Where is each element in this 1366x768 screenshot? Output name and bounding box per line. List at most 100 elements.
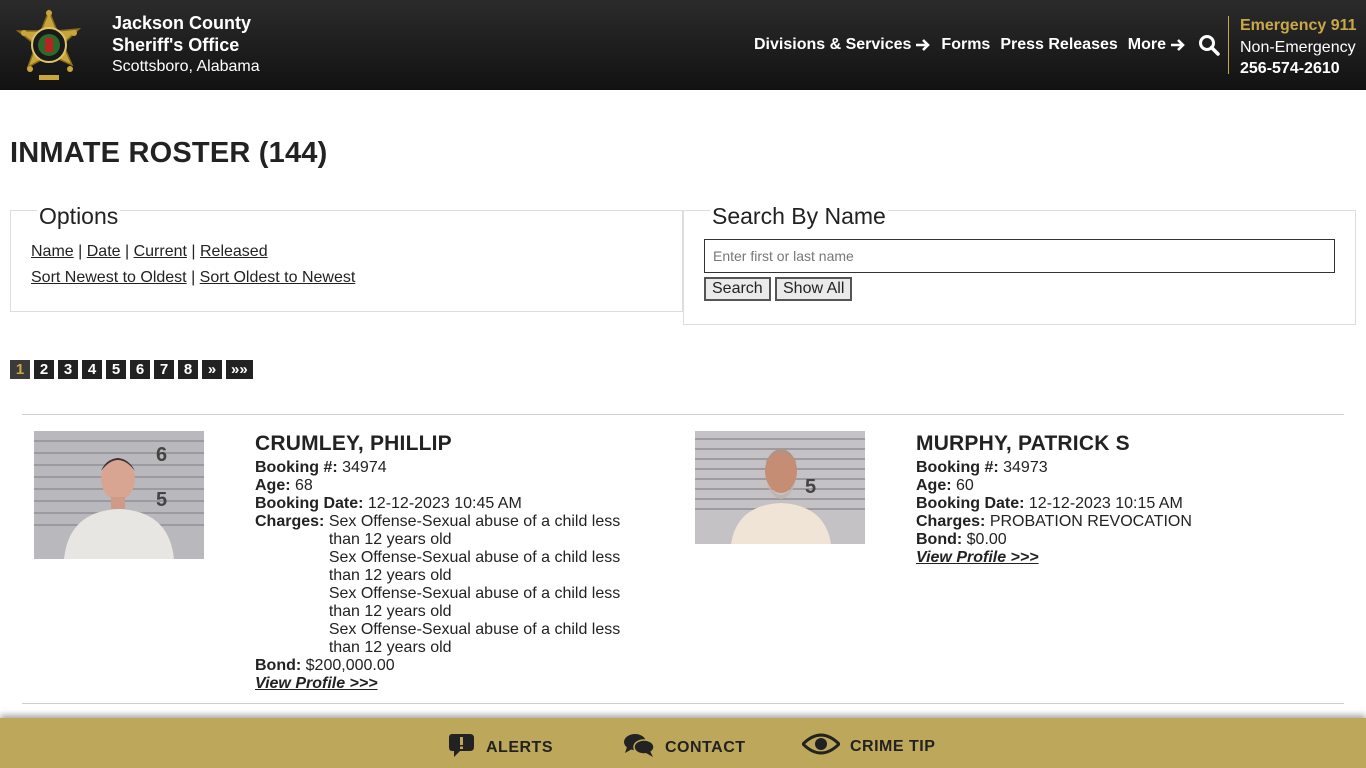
filter-current-link[interactable]: Current <box>134 243 187 260</box>
search-icon[interactable] <box>1198 34 1220 56</box>
svg-text:5: 5 <box>156 489 167 511</box>
page-1-button[interactable]: 1 <box>10 360 30 379</box>
charge-item: PROBATION REVOCATION <box>989 513 1192 530</box>
alert-bubble-icon <box>448 732 476 763</box>
search-legend: Search By Name <box>710 203 888 230</box>
alerts-button[interactable]: ALERTS <box>448 732 553 763</box>
bond-value: $0.00 <box>966 531 1007 548</box>
booking-date-label: Booking Date: <box>916 495 1025 512</box>
booking-number-row: Booking #: 34973 <box>916 459 1350 477</box>
charges-list: PROBATION REVOCATION <box>990 513 1350 531</box>
bond-row: Bond: $0.00 <box>916 531 1350 549</box>
inmate-photo[interactable]: 5 <box>695 431 865 544</box>
page-4-button[interactable]: 4 <box>82 360 102 379</box>
page-8-button[interactable]: 8 <box>178 360 198 379</box>
charge-item: Sex Offense-Sexual abuse of a child less… <box>328 513 621 548</box>
filter-name-link[interactable]: Name <box>31 243 74 260</box>
charge-item: Sex Offense-Sexual abuse of a child less… <box>328 621 621 656</box>
nav-divisions-services[interactable]: Divisions & Services <box>754 36 931 54</box>
filter-released-link[interactable]: Released <box>200 243 268 260</box>
sort-oldest-link[interactable]: Sort Oldest to Newest <box>200 269 356 286</box>
org-location: Scottsboro, Alabama <box>112 58 260 75</box>
inmate-card: MURPHY, PATRICK S Booking #: 34973 Age: … <box>916 432 1350 567</box>
nav-press-releases[interactable]: Press Releases <box>1000 36 1117 54</box>
charges-label: Charges: <box>916 513 986 530</box>
booking-number-row: Booking #: 34974 <box>255 459 629 477</box>
nav-more-label: More <box>1127 36 1166 53</box>
charges-row: Charges: Sex Offense-Sexual abuse of a c… <box>255 513 629 657</box>
booking-date-label: Booking Date: <box>255 495 364 512</box>
inmate-card: CRUMLEY, PHILLIP Booking #: 34974 Age: 6… <box>255 432 629 693</box>
search-button[interactable]: Search <box>704 277 771 301</box>
booking-number-value: 34974 <box>342 459 387 476</box>
emergency-911-label[interactable]: Emergency 911 <box>1240 15 1357 36</box>
page-7-button[interactable]: 7 <box>154 360 174 379</box>
sort-newest-link[interactable]: Sort Newest to Oldest <box>31 269 187 286</box>
bond-label: Bond: <box>255 657 302 674</box>
filter-date-link[interactable]: Date <box>87 243 121 260</box>
booking-number-value: 34973 <box>1003 459 1048 476</box>
nav-more[interactable]: More <box>1128 36 1186 54</box>
charge-item: Sex Offense-Sexual abuse of a child less… <box>328 549 621 584</box>
non-emergency-phone[interactable]: 256-574-2610 <box>1240 58 1357 79</box>
svg-text:6: 6 <box>156 444 167 466</box>
age-row: Age: 68 <box>255 477 629 495</box>
booking-date-row: Booking Date: 12-12-2023 10:45 AM <box>255 495 629 513</box>
last-page-button[interactable]: »» <box>226 360 253 379</box>
non-emergency-label: Non-Emergency <box>1240 39 1356 56</box>
sheriff-badge-logo[interactable] <box>12 8 86 81</box>
nav-press-releases-label: Press Releases <box>1000 36 1118 53</box>
quick-action-bar: ALERTS CONTACT CRIME TIP <box>0 718 1366 768</box>
main-nav: Divisions & Services Forms Press Release… <box>754 34 1220 56</box>
divider-line <box>22 703 1344 704</box>
contact-label: CONTACT <box>665 738 746 756</box>
page-5-button[interactable]: 5 <box>106 360 126 379</box>
page-title: INMATE ROSTER (144) <box>10 137 328 169</box>
options-legend: Options <box>37 203 121 230</box>
inmate-photo[interactable]: 6 5 <box>34 431 204 559</box>
nav-forms-label: Forms <box>941 36 991 53</box>
org-name-line1: Jackson County <box>112 13 252 33</box>
page-2-button[interactable]: 2 <box>34 360 54 379</box>
inmate-name[interactable]: MURPHY, PATRICK S <box>916 432 1350 456</box>
age-label: Age: <box>916 477 952 494</box>
bond-label: Bond: <box>916 531 963 548</box>
emergency-contact: Emergency 911 Non-Emergency 256-574-2610 <box>1240 15 1357 79</box>
booking-date-value: 12-12-2023 10:45 AM <box>367 495 522 512</box>
page-6-button[interactable]: 6 <box>130 360 150 379</box>
bond-value: $200,000.00 <box>305 657 395 674</box>
booking-date-row: Booking Date: 12-12-2023 10:15 AM <box>916 495 1350 513</box>
brand-text[interactable]: Jackson County Sheriff's Office Scottsbo… <box>112 12 260 78</box>
pagination: 1 2 3 4 5 6 7 8 » »» <box>10 360 253 379</box>
inmate-name[interactable]: CRUMLEY, PHILLIP <box>255 432 629 456</box>
show-all-button[interactable]: Show All <box>775 277 853 301</box>
search-name-input[interactable] <box>704 239 1335 273</box>
crime-tip-button[interactable]: CRIME TIP <box>800 732 936 761</box>
next-page-button[interactable]: » <box>202 360 222 379</box>
alerts-label: ALERTS <box>486 738 553 756</box>
org-name-line2: Sheriff's Office <box>112 35 240 55</box>
nav-forms[interactable]: Forms <box>941 36 990 54</box>
charges-label: Charges: <box>255 513 325 530</box>
booking-date-value: 12-12-2023 10:15 AM <box>1028 495 1183 512</box>
booking-number-label: Booking #: <box>255 459 338 476</box>
header-divider <box>1228 16 1229 74</box>
crime-tip-label: CRIME TIP <box>850 737 936 755</box>
view-profile-link[interactable]: View Profile >>> <box>916 549 1039 567</box>
sort-order-links: Sort Newest to Oldest | Sort Oldest to N… <box>31 269 356 286</box>
view-profile-link[interactable]: View Profile >>> <box>255 675 378 693</box>
contact-button[interactable]: CONTACT <box>623 732 746 763</box>
sort-filter-links: Name | Date | Current | Released <box>31 243 268 260</box>
site-header: Jackson County Sheriff's Office Scottsbo… <box>0 0 1366 90</box>
charge-item: Sex Offense-Sexual abuse of a child less… <box>328 585 621 620</box>
eye-icon <box>800 732 842 761</box>
chat-bubbles-icon <box>623 732 655 763</box>
charges-list: Sex Offense-Sexual abuse of a child less… <box>329 513 629 657</box>
age-value: 60 <box>956 477 974 494</box>
arrow-right-icon <box>1170 38 1186 52</box>
page-3-button[interactable]: 3 <box>58 360 78 379</box>
bond-row: Bond: $200,000.00 <box>255 657 629 675</box>
nav-divisions-label: Divisions & Services <box>754 36 912 53</box>
booking-number-label: Booking #: <box>916 459 999 476</box>
age-value: 68 <box>295 477 313 494</box>
